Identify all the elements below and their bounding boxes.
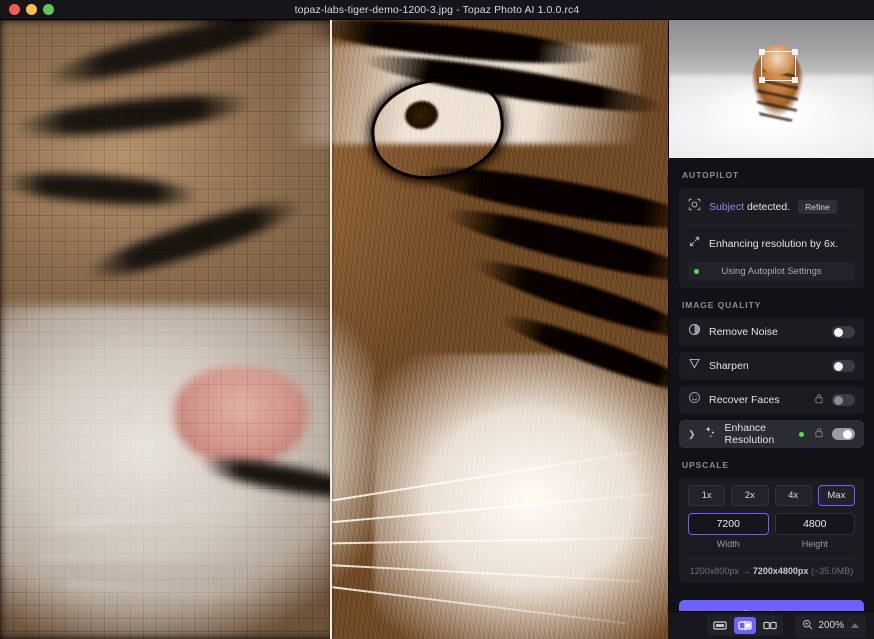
app-window: topaz-labs-tiger-demo-1200-3.jpg - Topaz… xyxy=(0,0,874,639)
toggle-sharpen[interactable] xyxy=(832,360,855,372)
upscale-factor-max[interactable]: Max xyxy=(818,485,855,506)
iq-row-sharpen[interactable]: Sharpen xyxy=(679,352,864,380)
right-panel: AUTOPILOT Subject detected. Refine xyxy=(668,20,874,639)
refine-button[interactable]: Refine xyxy=(798,200,837,214)
size-from: 1200x800px xyxy=(690,566,739,576)
upscale-factor-group: 1x 2x 4x Max xyxy=(688,485,855,506)
noise-circle-icon xyxy=(688,323,701,341)
dimension-inputs: 7200 Width 4800 Height xyxy=(688,513,855,549)
lock-icon-enhance-resolution[interactable] xyxy=(814,425,824,443)
autopilot-heading: AUTOPILOT xyxy=(682,170,864,180)
window-controls[interactable] xyxy=(0,4,54,15)
zoom-window-button[interactable] xyxy=(43,4,54,15)
width-input[interactable]: 7200 xyxy=(688,513,769,535)
minimize-window-button[interactable] xyxy=(26,4,37,15)
toggle-recover-faces[interactable] xyxy=(832,394,855,406)
autopilot-card: Subject detected. Refine Enhancing resol… xyxy=(679,188,864,288)
autopilot-divider xyxy=(688,225,855,226)
image-canvas[interactable] xyxy=(0,20,668,639)
toggle-remove-noise[interactable] xyxy=(832,326,855,338)
side-by-side-view-icon[interactable] xyxy=(759,617,781,634)
lock-icon-recover-faces[interactable] xyxy=(814,391,824,409)
pixelation-overlay xyxy=(0,20,331,639)
main-body: AUTOPILOT Subject detected. Refine xyxy=(0,20,874,611)
autopilot-settings-status[interactable]: Using Autopilot Settings xyxy=(688,262,855,281)
upscale-card: 1x 2x 4x Max 7200 Width 4800 Height xyxy=(679,478,864,583)
enabled-dot-icon xyxy=(799,432,804,437)
subject-detected-row: Subject detected. Refine xyxy=(688,195,855,219)
resize-arrows-icon xyxy=(688,235,701,253)
canvas-pane-original xyxy=(0,20,331,639)
iq-label-remove-noise: Remove Noise xyxy=(709,326,824,338)
subject-detected-label: Subject detected. xyxy=(709,201,790,213)
width-label: Width xyxy=(688,539,769,549)
iq-label-enhance-resolution: Enhance Resolution xyxy=(725,422,791,446)
size-arrow-icon: → xyxy=(741,566,750,576)
subject-accent-text: Subject xyxy=(709,201,744,213)
subject-selection-box[interactable] xyxy=(761,51,796,81)
enhancing-resolution-label: Enhancing resolution by 6x. xyxy=(709,238,838,250)
split-view-icon[interactable] xyxy=(734,617,756,634)
iq-label-sharpen: Sharpen xyxy=(709,360,824,372)
upscale-factor-2x[interactable]: 2x xyxy=(731,485,768,506)
enhancing-resolution-row: Enhancing resolution by 6x. xyxy=(688,232,855,256)
canvas-pane-enhanced xyxy=(331,20,668,639)
subject-detect-icon xyxy=(688,198,701,216)
magnifier-icon[interactable] xyxy=(802,617,813,635)
panel-content: AUTOPILOT Subject detected. Refine xyxy=(669,158,874,590)
face-smile-icon xyxy=(688,391,701,409)
comparison-divider-handle[interactable] xyxy=(330,20,332,639)
size-to: 7200x4800px xyxy=(753,566,809,576)
upscale-heading: UPSCALE xyxy=(682,460,864,470)
upscale-factor-4x[interactable]: 4x xyxy=(775,485,812,506)
caret-up-icon[interactable] xyxy=(851,623,859,628)
width-cell: 7200 Width xyxy=(688,513,769,549)
zoom-control-group[interactable]: 200% xyxy=(795,614,866,638)
zoom-level-value[interactable]: 200% xyxy=(818,620,844,631)
subject-rest-text: detected. xyxy=(744,201,790,213)
iq-row-recover-faces[interactable]: Recover Faces xyxy=(679,386,864,414)
toggle-enhance-resolution[interactable] xyxy=(832,428,855,440)
upscale-factor-1x[interactable]: 1x xyxy=(688,485,725,506)
close-window-button[interactable] xyxy=(9,4,20,15)
height-input[interactable]: 4800 xyxy=(775,513,856,535)
size-estimate: (~35.0MB) xyxy=(811,566,853,576)
height-label: Height xyxy=(775,539,856,549)
iq-label-recover-faces: Recover Faces xyxy=(709,394,806,406)
sparkle-icon xyxy=(704,425,717,443)
image-thumbnail[interactable] xyxy=(669,20,874,158)
size-summary: 1200x800px → 7200x4800px (~35.0MB) xyxy=(688,566,855,576)
upscale-divider xyxy=(688,558,855,559)
iq-row-remove-noise[interactable]: Remove Noise xyxy=(679,318,864,346)
chevron-right-icon[interactable]: ❯ xyxy=(688,429,696,440)
sharpen-triangle-icon xyxy=(688,357,701,375)
single-view-icon[interactable] xyxy=(709,617,731,634)
view-mode-group xyxy=(707,615,783,636)
height-cell: 4800 Height xyxy=(775,513,856,549)
autopilot-settings-label: Using Autopilot Settings xyxy=(688,266,855,277)
window-title: topaz-labs-tiger-demo-1200-3.jpg - Topaz… xyxy=(0,4,874,16)
title-bar: topaz-labs-tiger-demo-1200-3.jpg - Topaz… xyxy=(0,0,874,20)
iq-row-enhance-resolution[interactable]: ❯ Enhance Resolution xyxy=(679,420,864,448)
image-quality-heading: IMAGE QUALITY xyxy=(682,300,864,310)
